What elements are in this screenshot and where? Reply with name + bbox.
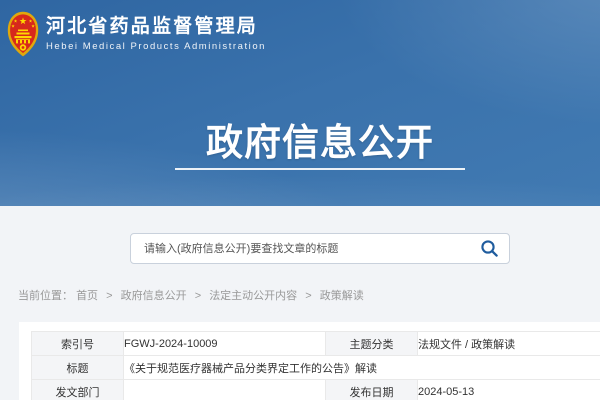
site-logo[interactable]: ★ ★ ★ ★ ★ 河北省药品监督管理局 Hebei Medical Produ… bbox=[7, 11, 266, 57]
field-label-publish-date: 发布日期 bbox=[326, 380, 418, 400]
breadcrumb-prefix: 当前位置： bbox=[18, 290, 73, 302]
site-name-en: Hebei Medical Products Administration bbox=[46, 41, 266, 53]
search-input[interactable] bbox=[131, 234, 474, 263]
document-card: 索引号 FGWJ-2024-10009 主题分类 法规文件 / 政策解读 标题 … bbox=[19, 322, 600, 400]
china-national-emblem-icon: ★ ★ ★ ★ ★ bbox=[7, 11, 39, 57]
field-label-index-no: 索引号 bbox=[32, 332, 124, 356]
field-value-title: 《关于规范医疗器械产品分类界定工作的公告》解读 bbox=[124, 356, 600, 380]
header-banner: ★ ★ ★ ★ ★ 河北省药品监督管理局 Hebei Medical Produ… bbox=[0, 0, 600, 206]
table-row-department-date: 发文部门 发布日期 2024-05-13 bbox=[32, 380, 600, 400]
field-value-topic-category: 法规文件 / 政策解读 bbox=[418, 332, 600, 356]
search-icon bbox=[480, 239, 499, 258]
site-name-zh: 河北省药品监督管理局 bbox=[46, 16, 266, 38]
svg-text:★: ★ bbox=[11, 23, 15, 28]
site-name-block: 河北省药品监督管理局 Hebei Medical Products Admini… bbox=[46, 16, 266, 53]
breadcrumb-item-gov-info[interactable]: 政府信息公开 bbox=[121, 290, 187, 302]
breadcrumb-separator: > bbox=[106, 290, 112, 302]
page: ★ ★ ★ ★ ★ 河北省药品监督管理局 Hebei Medical Produ… bbox=[0, 0, 600, 400]
breadcrumb-separator: > bbox=[305, 290, 311, 302]
document-info-table: 索引号 FGWJ-2024-10009 主题分类 法规文件 / 政策解读 标题 … bbox=[31, 331, 600, 400]
field-value-issuing-department bbox=[124, 380, 326, 400]
breadcrumb-separator: > bbox=[195, 290, 201, 302]
table-row-index: 索引号 FGWJ-2024-10009 主题分类 法规文件 / 政策解读 bbox=[32, 332, 600, 356]
breadcrumb-item-home[interactable]: 首页 bbox=[76, 290, 98, 302]
svg-text:★: ★ bbox=[19, 17, 27, 26]
svg-text:★: ★ bbox=[29, 18, 33, 23]
page-title: 政府信息公开 bbox=[20, 112, 600, 166]
title-underline bbox=[175, 168, 465, 170]
breadcrumb: 当前位置： 首页 > 政府信息公开 > 法定主动公开内容 > 政策解读 bbox=[18, 287, 364, 303]
field-label-topic-category: 主题分类 bbox=[326, 332, 418, 356]
svg-text:★: ★ bbox=[14, 18, 18, 23]
breadcrumb-item-disclosure[interactable]: 法定主动公开内容 bbox=[209, 290, 297, 302]
field-label-title: 标题 bbox=[32, 356, 124, 380]
svg-text:★: ★ bbox=[31, 23, 35, 28]
field-value-publish-date: 2024-05-13 bbox=[418, 380, 600, 400]
field-label-issuing-department: 发文部门 bbox=[32, 380, 124, 400]
search-button[interactable] bbox=[474, 234, 509, 263]
field-value-index-no: FGWJ-2024-10009 bbox=[124, 332, 326, 356]
breadcrumb-item-policy[interactable]: 政策解读 bbox=[320, 290, 364, 302]
table-row-title: 标题 《关于规范医疗器械产品分类界定工作的公告》解读 bbox=[32, 356, 600, 380]
search-box bbox=[130, 233, 510, 264]
